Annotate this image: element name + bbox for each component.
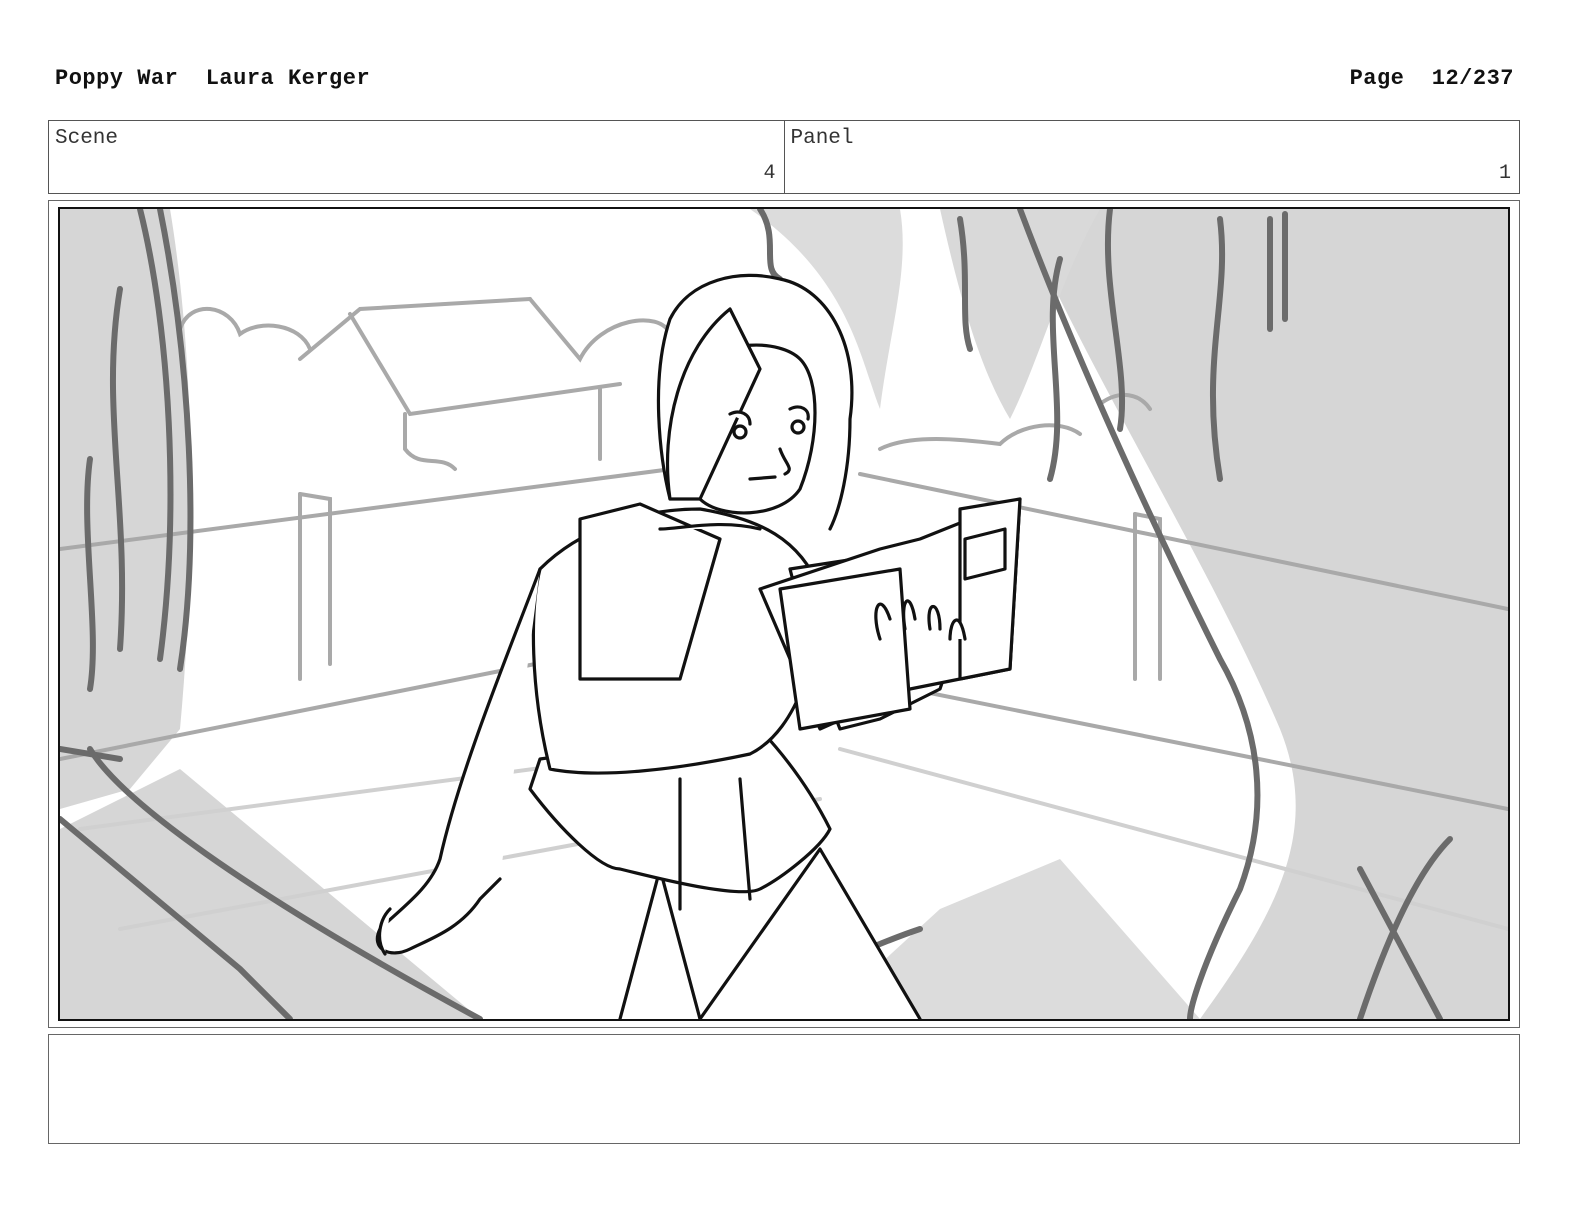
scene-cell: Scene 4 [49, 121, 784, 193]
panel-value: 1 [1498, 162, 1511, 185]
header-title: Poppy War Laura Kerger [55, 66, 370, 91]
panel-label: Panel [790, 127, 854, 150]
scene-value: 4 [763, 162, 776, 185]
author-name: Laura Kerger [205, 66, 371, 91]
scene-panel-bar: Scene 4 Panel 1 [48, 120, 1520, 194]
page-number: 12/237 [1431, 66, 1514, 91]
storyboard-sketch [60, 209, 1508, 1019]
panel-cell: Panel 1 [783, 121, 1520, 193]
page-label: Page [1349, 66, 1405, 91]
panel-drawing [58, 207, 1510, 1021]
notes-box [48, 1034, 1520, 1144]
character [375, 273, 1022, 1019]
project-title: Poppy War [55, 66, 179, 91]
scene-label: Scene [55, 127, 119, 150]
page-indicator: Page 12/237 [1350, 66, 1514, 91]
